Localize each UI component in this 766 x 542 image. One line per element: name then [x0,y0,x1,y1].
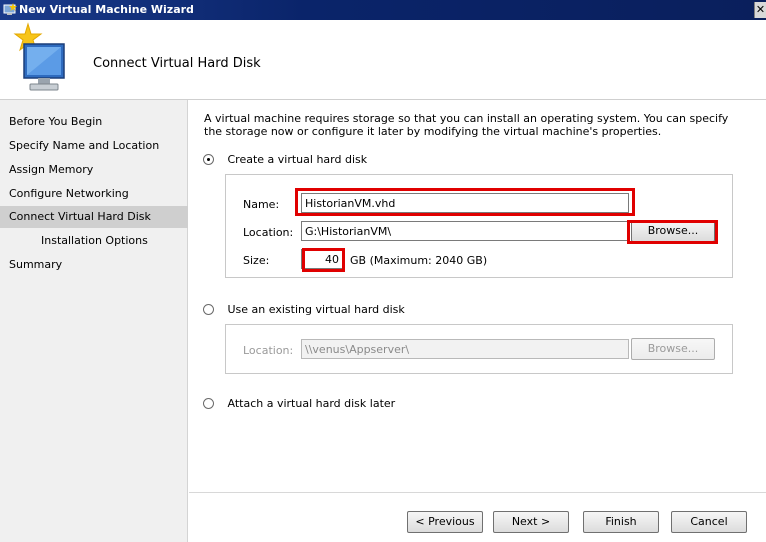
create-vhd-option[interactable]: Create a virtual hard disk [203,152,367,168]
next-button[interactable]: Next > [493,511,569,533]
sidebar-item-specify-name-and-location[interactable]: Specify Name and Location [0,135,188,157]
size-suffix-text: GB (Maximum: 2040 GB) [350,254,488,267]
existing-vhd-group: Location: Browse... [225,324,733,374]
vhd-name-field[interactable] [301,193,629,213]
sidebar-item-connect-virtual-hard-disk[interactable]: Connect Virtual Hard Disk [0,206,188,228]
create-vhd-radio[interactable] [203,153,214,165]
existing-vhd-label: Use an existing virtual hard disk [227,303,405,316]
existing-browse-button[interactable]: Browse... [631,338,715,360]
sidebar-item-configure-networking[interactable]: Configure Networking [0,183,188,205]
create-vhd-group: Name: Location: Browse... Size: GB (Maxi… [225,174,733,278]
attach-later-radio[interactable] [203,397,214,409]
name-label: Name: [243,198,280,211]
existing-vhd-radio[interactable] [203,303,214,315]
window-title: New Virtual Machine Wizard [19,3,194,16]
vhd-size-field[interactable] [301,249,343,269]
attach-later-option[interactable]: Attach a virtual hard disk later [203,396,395,412]
wizard-steps-sidebar: Before You Begin Specify Name and Locati… [0,100,188,542]
wizard-header: Connect Virtual Hard Disk [0,20,766,100]
page-title: Connect Virtual Hard Disk [93,56,261,71]
close-window-button[interactable]: ✕ [754,2,766,18]
vhd-location-field[interactable] [301,221,629,241]
existing-vhd-option[interactable]: Use an existing virtual hard disk [203,302,405,318]
close-icon: ✕ [755,3,766,16]
create-vhd-label: Create a virtual hard disk [227,153,368,166]
sidebar-item-installation-options[interactable]: Installation Options [0,230,188,252]
sidebar-item-before-you-begin[interactable]: Before You Begin [0,111,188,133]
browse-location-button[interactable]: Browse... [631,220,715,242]
wizard-content: A virtual machine requires storage so th… [189,100,766,542]
virtual-machine-wizard-icon [13,22,65,91]
window-titlebar: New Virtual Machine Wizard ✕ [0,0,766,20]
intro-text: A virtual machine requires storage so th… [204,112,729,138]
footer-divider [189,492,766,493]
previous-button[interactable]: < Previous [407,511,483,533]
finish-button[interactable]: Finish [583,511,659,533]
attach-later-label: Attach a virtual hard disk later [227,397,396,410]
wizard-app-icon [3,3,17,15]
existing-location-field[interactable] [301,339,629,359]
size-label: Size: [243,254,270,267]
sidebar-item-summary[interactable]: Summary [0,254,188,276]
location-label: Location: [243,226,294,239]
existing-location-label: Location: [243,344,294,357]
cancel-button[interactable]: Cancel [671,511,747,533]
sidebar-item-assign-memory[interactable]: Assign Memory [0,159,188,181]
